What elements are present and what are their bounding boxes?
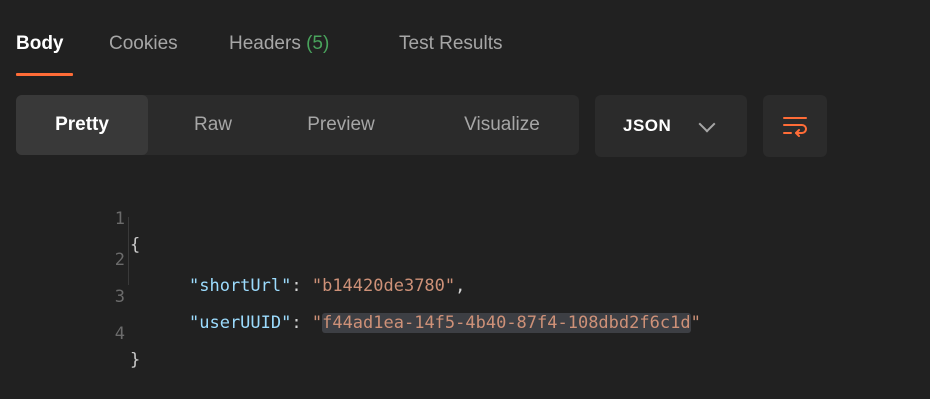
line-number: 1 — [114, 209, 125, 229]
view-mode-visualize[interactable]: Visualize — [422, 95, 582, 155]
tab-cookies[interactable]: Cookies — [109, 33, 178, 55]
tab-headers-label: Headers — [229, 33, 301, 54]
selected-json-string-value: f44ad1ea-14f5-4b40-87f4-108dbd2f6c1d — [322, 313, 691, 333]
json-entry: "shortUrl": "b14420de3780", — [189, 273, 465, 299]
code-line: 4 } — [0, 295, 141, 370]
format-select-value: JSON — [623, 116, 672, 135]
json-colon: : — [291, 313, 312, 333]
wrap-lines-button[interactable] — [763, 95, 827, 157]
active-tab-indicator — [16, 73, 73, 76]
json-string-value: "b14420de3780" — [311, 276, 456, 296]
code-line: 1 { — [0, 180, 141, 255]
code-line: 2 "shortUrl": "b14420de3780", — [0, 221, 466, 296]
response-tabs: Body Cookies Headers (5) Test Results — [0, 0, 930, 80]
json-quote: " — [311, 313, 323, 333]
line-number: 2 — [114, 250, 125, 270]
format-select[interactable]: JSON — [595, 95, 747, 157]
chevron-down-icon — [698, 115, 716, 133]
json-open-brace: { — [130, 235, 141, 255]
code-line: 3 "userUUID": "f44ad1ea-14f5-4b40-87f4-1… — [0, 258, 701, 333]
view-mode-preview[interactable]: Preview — [276, 95, 406, 155]
json-key: "shortUrl" — [189, 276, 292, 296]
indent-guide — [128, 217, 129, 285]
view-mode-segmented-control: Pretty Raw Preview Visualize — [16, 95, 579, 155]
json-colon: : — [291, 276, 312, 296]
view-mode-raw[interactable]: Raw — [163, 95, 263, 155]
json-key: "userUUID" — [189, 313, 292, 333]
view-mode-pretty[interactable]: Pretty — [16, 95, 148, 155]
tab-body[interactable]: Body — [16, 33, 64, 55]
json-entry: "userUUID": "f44ad1ea-14f5-4b40-87f4-108… — [189, 310, 701, 336]
tab-headers[interactable]: Headers (5) — [229, 33, 329, 55]
headers-count-badge: (5) — [306, 33, 330, 54]
line-number: 3 — [114, 287, 125, 307]
line-number: 4 — [114, 324, 125, 344]
json-comma: , — [455, 276, 466, 296]
json-quote: " — [690, 313, 701, 333]
tab-test-results[interactable]: Test Results — [399, 33, 502, 55]
wrap-lines-icon — [783, 117, 807, 137]
json-close-brace: } — [130, 350, 141, 370]
